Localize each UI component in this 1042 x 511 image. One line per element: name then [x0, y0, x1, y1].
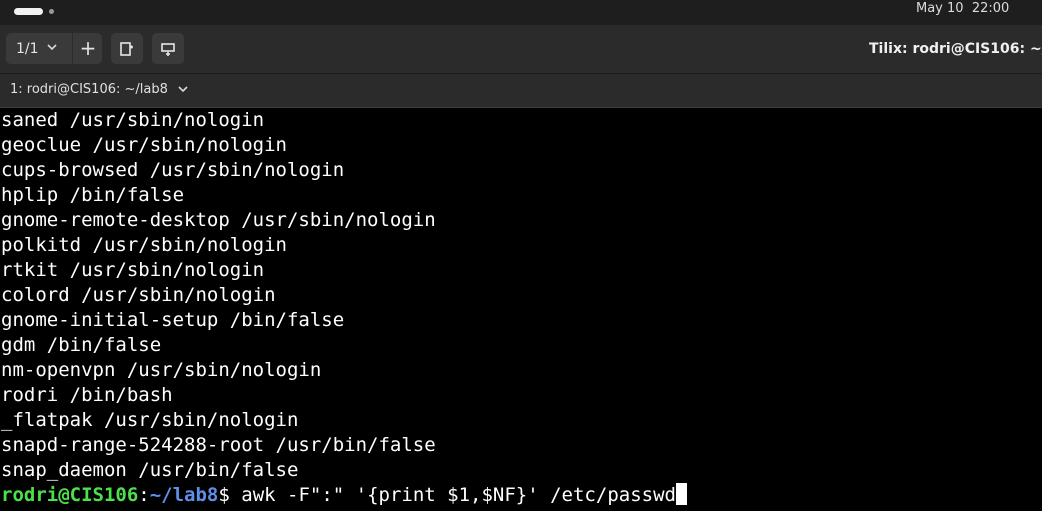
output-line: cups-browsed /usr/sbin/nologin — [1, 159, 345, 181]
prompt-separator: : — [138, 484, 150, 506]
system-top-bar: May 10 22:00 — [0, 0, 1042, 25]
terminal-title-bar: 1: rodri@CIS106: ~/lab8 — [0, 74, 1042, 108]
window-header-bar: 1/1 + Tilix: rodri@CIS106: ~/lab — [0, 25, 1042, 74]
output-line: rtkit /usr/sbin/nologin — [1, 259, 265, 281]
prompt-line[interactable]: rodri@CIS106:~/lab8$ awk -F":" '{print $… — [1, 483, 687, 508]
add-terminal-down-button[interactable] — [152, 33, 184, 64]
output-line: geoclue /usr/sbin/nologin — [1, 134, 287, 156]
output-line: snapd-range-524288-root /usr/bin/false — [1, 434, 436, 456]
output-line: polkitd /usr/sbin/nologin — [1, 234, 287, 256]
command-input[interactable]: awk -F":" '{print $1,$NF}' /etc/passwd — [241, 484, 676, 506]
chevron-down-icon — [178, 85, 188, 96]
terminal-title-label: 1: rodri@CIS106: ~/lab8 — [10, 82, 168, 97]
workspace-indicator-active[interactable] — [14, 8, 43, 15]
output-line: snap_daemon /usr/bin/false — [1, 459, 299, 481]
output-line: hplip /bin/false — [1, 184, 185, 206]
add-terminal-right-button[interactable] — [111, 33, 143, 64]
split-right-icon — [120, 41, 133, 56]
session-label: 1/1 — [16, 40, 39, 57]
prompt-path: ~/lab8 — [149, 484, 219, 506]
window-title: Tilix: rodri@CIS106: ~/lab — [869, 41, 1042, 57]
output-line: saned /usr/sbin/nologin — [1, 109, 265, 131]
output-line: nm-openvpn /usr/sbin/nologin — [1, 359, 322, 381]
text-cursor — [675, 483, 687, 505]
terminal-output[interactable]: saned /usr/sbin/nologin geoclue /usr/sbi… — [0, 108, 1042, 511]
output-line: _flatpak /usr/sbin/nologin — [1, 409, 299, 431]
session-switcher-button[interactable]: 1/1 — [6, 33, 73, 64]
terminal-title-button[interactable]: 1: rodri@CIS106: ~/lab8 — [10, 82, 188, 97]
output-line: rodri /bin/bash — [1, 384, 173, 406]
prompt-symbol: $ — [218, 484, 242, 506]
output-line: gdm /bin/false — [1, 334, 162, 356]
split-down-icon — [161, 42, 175, 56]
session-controls: 1/1 + — [6, 33, 102, 64]
output-line: gnome-initial-setup /bin/false — [1, 309, 345, 331]
output-line: colord /usr/sbin/nologin — [1, 284, 276, 306]
prompt-user-host: rodri@CIS106 — [1, 484, 139, 506]
output-line: gnome-remote-desktop /usr/sbin/nologin — [1, 209, 436, 231]
chevron-down-icon — [46, 43, 57, 54]
add-session-button[interactable]: + — [74, 33, 102, 64]
workspace-indicator-inactive[interactable] — [49, 9, 54, 14]
clock[interactable]: May 10 22:00 — [916, 1, 1009, 17]
